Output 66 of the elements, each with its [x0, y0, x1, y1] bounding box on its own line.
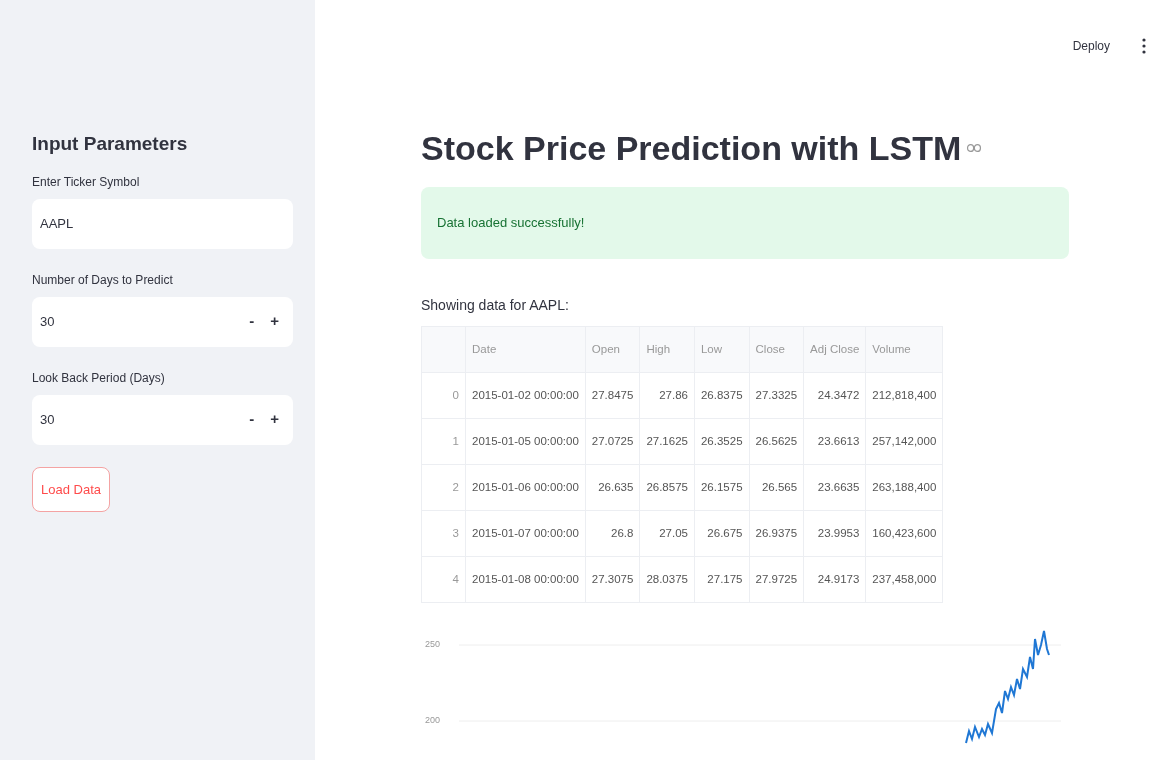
- field-label: Look Back Period (Days): [32, 369, 166, 387]
- decrement-button[interactable]: -: [241, 394, 263, 445]
- sidebar-title: Input Parameters: [32, 132, 189, 156]
- table-cell: 26.8575: [639, 464, 695, 511]
- row-index: 0: [421, 372, 466, 419]
- page-title: Stock Price Prediction with LSTM: [421, 128, 962, 169]
- text-input[interactable]: AAPL: [32, 198, 293, 249]
- row-index: 4: [421, 556, 466, 603]
- table-cell: 2015-01-02 00:00:00: [465, 372, 586, 419]
- table-cell: 2015-01-06 00:00:00: [465, 464, 586, 511]
- decrement-button[interactable]: -: [241, 296, 263, 347]
- table-cell: 26.9375: [749, 510, 804, 557]
- menu-icon[interactable]: [1142, 38, 1146, 54]
- axis-tick-label: 250: [425, 637, 441, 651]
- row-index: 1: [421, 418, 466, 465]
- table-cell: 27.86: [639, 372, 695, 419]
- column-header: Volume: [865, 326, 943, 373]
- table-cell: 27.3075: [585, 556, 640, 603]
- column-header: Adj Close: [803, 326, 866, 373]
- table-cell: 27.3325: [749, 372, 804, 419]
- field-label: Number of Days to Predict: [32, 271, 174, 289]
- table-cell: 212,818,400: [865, 372, 943, 419]
- table-cell: 26.675: [694, 510, 750, 557]
- column-header: Open: [585, 326, 640, 373]
- table-cell: 24.3472: [803, 372, 866, 419]
- success-alert: Data loaded successfully!: [421, 186, 1069, 259]
- increment-button[interactable]: +: [262, 296, 293, 347]
- table-cell: 27.8475: [585, 372, 640, 419]
- table-cell: 26.3525: [694, 418, 750, 465]
- table-cell: 23.6613: [803, 418, 866, 465]
- table-cell: 237,458,000: [865, 556, 943, 603]
- table-cell: 28.0375: [639, 556, 695, 603]
- table-cell: 23.9953: [803, 510, 866, 557]
- table-cell: 26.8: [585, 510, 640, 557]
- table-cell: 23.6635: [803, 464, 866, 511]
- column-header: High: [639, 326, 695, 373]
- table-cell: 2015-01-05 00:00:00: [465, 418, 586, 465]
- number-input[interactable]: 30: [32, 394, 242, 445]
- link-icon[interactable]: [967, 144, 982, 153]
- table-cell: 2015-01-08 00:00:00: [465, 556, 586, 603]
- number-input[interactable]: 30: [32, 296, 242, 347]
- increment-button[interactable]: +: [262, 394, 293, 445]
- table-cell: 27.05: [639, 510, 695, 557]
- table-cell: 27.9725: [749, 556, 804, 603]
- table-cell: 26.1575: [694, 464, 750, 511]
- column-header: Close: [749, 326, 804, 373]
- table-cell: 263,188,400: [865, 464, 943, 511]
- row-index: 3: [421, 510, 466, 557]
- table-cell: 160,423,600: [865, 510, 943, 557]
- axis-tick-label: 200: [425, 713, 441, 727]
- table-cell: 257,142,000: [865, 418, 943, 465]
- table-cell: 27.0725: [585, 418, 640, 465]
- field-label: Enter Ticker Symbol: [32, 173, 141, 191]
- table-cell: 26.8375: [694, 372, 750, 419]
- table-cell: 26.565: [749, 464, 804, 511]
- table-cell: 2015-01-07 00:00:00: [465, 510, 586, 557]
- table-cell: 26.635: [585, 464, 640, 511]
- table-cell: 27.175: [694, 556, 750, 603]
- table-caption: Showing data for AAPL:: [421, 295, 570, 315]
- table-cell: 27.1625: [639, 418, 695, 465]
- deploy-button[interactable]: Deploy: [1066, 36, 1116, 56]
- row-index: 2: [421, 464, 466, 511]
- table-cell: 26.5625: [749, 418, 804, 465]
- column-header: Low: [694, 326, 750, 373]
- table-cell: 24.9173: [803, 556, 866, 603]
- column-header: Date: [465, 326, 586, 373]
